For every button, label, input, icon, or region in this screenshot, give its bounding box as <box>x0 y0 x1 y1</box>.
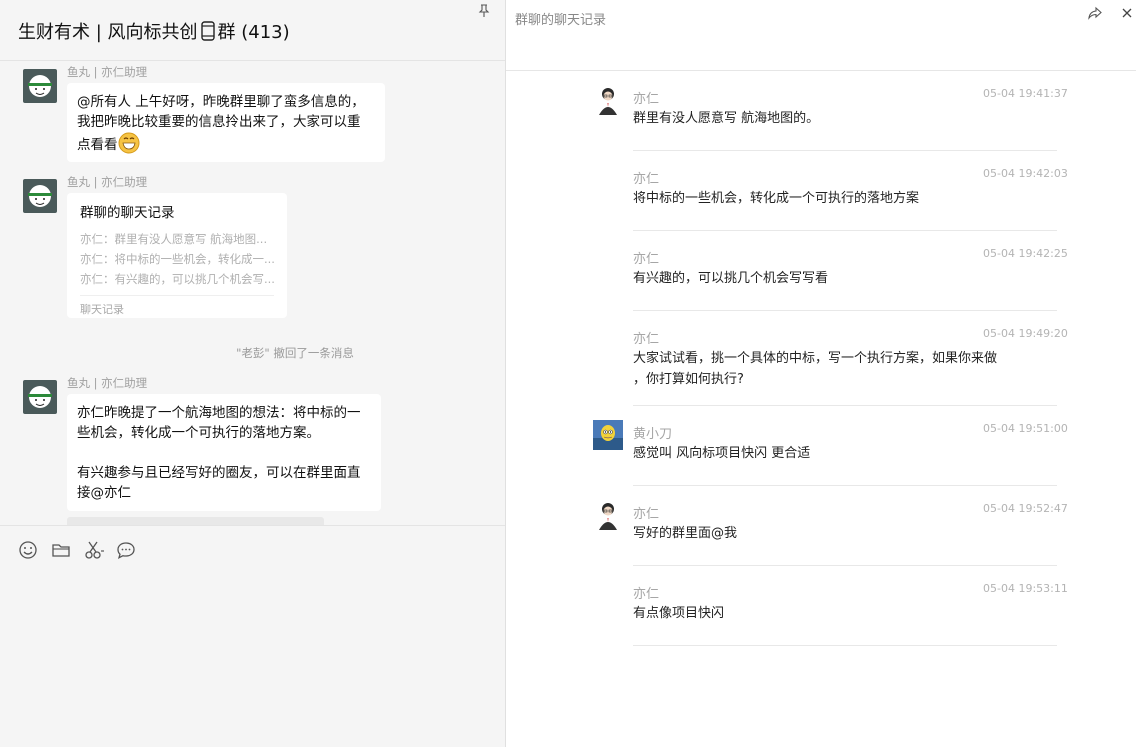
record-text: 有点像项目快闪 <box>633 606 725 621</box>
avatar[interactable] <box>23 179 57 213</box>
avatar[interactable] <box>593 500 623 530</box>
record-text: 写好的群里面@我 <box>633 526 738 541</box>
timestamp: 05-04 19:49:20 <box>983 327 1068 340</box>
chat-history-window: 群聊的聊天记录 亦仁 05-04 19:41:37 群里有没人愿意写 航海地图的… <box>505 0 1136 747</box>
avatar[interactable] <box>593 420 623 450</box>
card-line: 亦仁：将中标的一些机会，转化成一... <box>80 252 274 266</box>
record-text: 大家试试看，挑一个具体的中标，写一个执行方案，如果你来做 ，你打算如何执行? <box>633 351 998 387</box>
card-footer: 聊天记录 <box>80 295 274 317</box>
sender-name: 亦仁 <box>633 332 660 347</box>
chat-bubble-icon[interactable] <box>116 540 136 560</box>
partial-message <box>67 517 324 525</box>
phone-icon <box>199 21 217 41</box>
sender-name: 鱼丸 | 亦仁助理 <box>67 175 148 189</box>
history-header: 群聊的聊天记录 <box>506 0 1136 71</box>
share-icon[interactable] <box>1088 6 1102 20</box>
emoji-icon[interactable] <box>18 540 38 560</box>
sender-name: 亦仁 <box>633 587 660 602</box>
input-toolbar <box>0 525 505 747</box>
separator <box>633 310 1057 311</box>
recall-notice: "老彭" 撤回了一条消息 <box>236 346 354 360</box>
timestamp: 05-04 19:42:03 <box>983 167 1068 180</box>
sender-name: 亦仁 <box>633 92 660 107</box>
avatar[interactable] <box>593 85 623 115</box>
chat-title: 生财有术 | 风向标共创 群 (413) <box>18 21 290 43</box>
sender-name: 黄小刀 <box>633 427 673 442</box>
card-title: 群聊的聊天记录 <box>80 205 175 221</box>
avatar[interactable] <box>23 380 57 414</box>
separator <box>633 150 1057 151</box>
message-bubble[interactable]: 亦仁昨晚提了一个航海地图的想法：将中标的一 些机会，转化成一个可执行的落地方案。… <box>67 394 381 511</box>
history-title: 群聊的聊天记录 <box>515 13 607 28</box>
chat-history-card[interactable]: 群聊的聊天记录 亦仁：群里有没人愿意写 航海地图... 亦仁：将中标的一些机会，… <box>67 193 287 318</box>
separator <box>633 645 1057 646</box>
sender-name: 亦仁 <box>633 507 660 522</box>
message-list[interactable]: 鱼丸 | 亦仁助理 @所有人 上午好呀，昨晚群里聊了蛮多信息的， 我把昨晚比较重… <box>0 61 505 525</box>
timestamp: 05-04 19:51:00 <box>983 422 1068 435</box>
chat-pane: 生财有术 | 风向标共创 群 (413) 鱼丸 | 亦仁助理 @所有人 上午好呀… <box>0 0 505 747</box>
chat-header: 生财有术 | 风向标共创 群 (413) <box>0 0 505 61</box>
sender-name: 亦仁 <box>633 252 660 267</box>
close-icon[interactable] <box>1120 6 1134 20</box>
record-text: 将中标的一些机会，转化成一个可执行的落地方案 <box>633 191 920 206</box>
sender-name: 亦仁 <box>633 172 660 187</box>
separator <box>633 565 1057 566</box>
folder-icon[interactable] <box>51 540 71 560</box>
record-text: 有兴趣的，可以挑几个机会写写看 <box>633 271 829 286</box>
timestamp: 05-04 19:41:37 <box>983 87 1068 100</box>
card-line: 亦仁：有兴趣的，可以挑几个机会写... <box>80 272 274 286</box>
separator <box>633 230 1057 231</box>
separator <box>633 485 1057 486</box>
scissors-icon[interactable] <box>84 540 104 560</box>
record-text: 群里有没人愿意写 航海地图的。 <box>633 111 820 126</box>
record-text: 感觉叫 风向标项目快闪 更合适 <box>633 446 811 461</box>
grin-emoji-icon <box>118 132 140 154</box>
pin-icon[interactable] <box>477 4 491 18</box>
timestamp: 05-04 19:42:25 <box>983 247 1068 260</box>
timestamp: 05-04 19:52:47 <box>983 502 1068 515</box>
card-line: 亦仁：群里有没人愿意写 航海地图... <box>80 232 268 246</box>
timestamp: 05-04 19:53:11 <box>983 582 1068 595</box>
separator <box>633 405 1057 406</box>
sender-name: 鱼丸 | 亦仁助理 <box>67 376 148 390</box>
message-bubble[interactable]: @所有人 上午好呀，昨晚群里聊了蛮多信息的， 我把昨晚比较重要的信息拎出来了，大… <box>67 83 385 162</box>
avatar[interactable] <box>23 69 57 103</box>
sender-name: 鱼丸 | 亦仁助理 <box>67 65 148 79</box>
